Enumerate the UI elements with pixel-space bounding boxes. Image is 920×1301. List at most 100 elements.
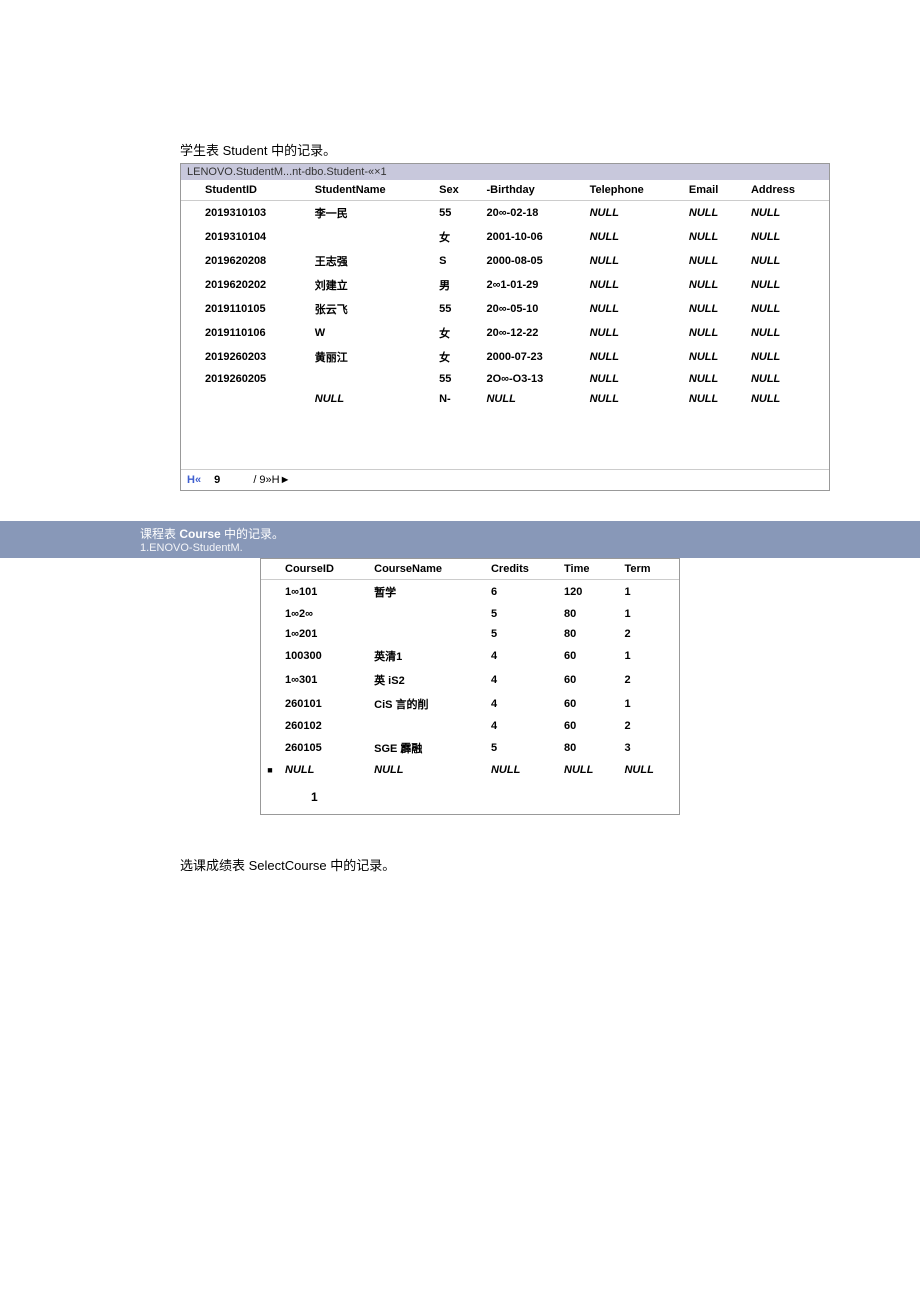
cell[interactable]: 2 [618, 668, 679, 692]
cell[interactable] [199, 389, 309, 409]
col-sex[interactable]: Sex [433, 180, 480, 201]
cell[interactable]: NULL [480, 389, 583, 409]
cell[interactable]: 1∞301 [279, 668, 368, 692]
cell[interactable]: NULL [683, 225, 745, 249]
cell[interactable]: NULL [683, 345, 745, 369]
cell[interactable]: 1 [618, 604, 679, 624]
row-selector[interactable] [181, 345, 199, 369]
row-selector[interactable] [261, 692, 279, 716]
cell[interactable]: 2019110106 [199, 321, 309, 345]
col-courseid[interactable]: CourseID [279, 559, 368, 580]
cell[interactable]: 6 [485, 580, 558, 605]
cell[interactable]: 2019310104 [199, 225, 309, 249]
cell[interactable] [368, 604, 485, 624]
cell[interactable]: NULL [584, 321, 683, 345]
cell[interactable]: 4 [485, 668, 558, 692]
cell[interactable]: 2 [618, 624, 679, 644]
cell[interactable]: NULL [584, 345, 683, 369]
row-selector[interactable] [261, 716, 279, 736]
row-selector[interactable] [181, 201, 199, 226]
cell[interactable]: 1 [618, 692, 679, 716]
cell[interactable]: 张云飞 [309, 297, 433, 321]
cell[interactable]: 1 [618, 580, 679, 605]
cell[interactable]: 女 [433, 225, 480, 249]
cell[interactable]: NULL [683, 321, 745, 345]
cell[interactable] [309, 369, 433, 389]
table-row[interactable]: NULLN-NULLNULLNULLNULL [181, 389, 829, 409]
cell[interactable]: NULL [584, 225, 683, 249]
cell[interactable]: 2O∞-O3-13 [480, 369, 583, 389]
cell[interactable]: NULL [745, 297, 829, 321]
cell[interactable]: 黄丽江 [309, 345, 433, 369]
row-selector[interactable] [261, 736, 279, 760]
cell[interactable]: 英清1 [368, 644, 485, 668]
cell[interactable]: NULL [558, 760, 618, 780]
table-row[interactable]: 2019260203黄丽江女2000-07-23NULLNULLNULL [181, 345, 829, 369]
cell[interactable]: 暂学 [368, 580, 485, 605]
cell[interactable]: SGE 霹融 [368, 736, 485, 760]
row-selector[interactable] [261, 644, 279, 668]
table-row[interactable]: 1∞101暂学61201 [261, 580, 679, 605]
cell[interactable]: 2019310103 [199, 201, 309, 226]
student-grid-tab[interactable]: LENOVO.StudentM...nt-dbo.Student-«×1 [181, 164, 829, 180]
row-selector[interactable] [181, 249, 199, 273]
row-selector[interactable] [181, 321, 199, 345]
cell[interactable]: 2∞1-01-29 [480, 273, 583, 297]
table-row[interactable]: 260102 4602 [261, 716, 679, 736]
cell[interactable]: 2 [618, 716, 679, 736]
cell[interactable]: NULL [584, 249, 683, 273]
row-selector[interactable] [261, 604, 279, 624]
cell[interactable]: CiS 言的削 [368, 692, 485, 716]
col-birthday[interactable]: -Birthday [480, 180, 583, 201]
row-selector[interactable] [261, 580, 279, 605]
cell[interactable]: 60 [558, 668, 618, 692]
cell[interactable]: NULL [745, 389, 829, 409]
table-row[interactable]: 2019310104女2001-10-06NULLNULLNULL [181, 225, 829, 249]
cell[interactable]: 2001-10-06 [480, 225, 583, 249]
cell[interactable]: NULL [745, 249, 829, 273]
cell[interactable]: 女 [433, 345, 480, 369]
row-selector[interactable] [181, 225, 199, 249]
cell[interactable]: 260102 [279, 716, 368, 736]
cell[interactable]: 2019260205 [199, 369, 309, 389]
cell[interactable]: 60 [558, 716, 618, 736]
table-row[interactable]: 100300英清14601 [261, 644, 679, 668]
cell[interactable]: 4 [485, 692, 558, 716]
table-row[interactable]: 2019110106W女20∞-12-22NULLNULLNULL [181, 321, 829, 345]
cell[interactable]: 2019260203 [199, 345, 309, 369]
table-row[interactable]: 1∞301英 iS24602 [261, 668, 679, 692]
table-row[interactable]: 1∞2∞5801 [261, 604, 679, 624]
cell[interactable]: NULL [618, 760, 679, 780]
pager-first-icon[interactable]: H« [187, 474, 201, 486]
cell[interactable]: 王志强 [309, 249, 433, 273]
cell[interactable]: 80 [558, 624, 618, 644]
cell[interactable]: NULL [485, 760, 558, 780]
table-row[interactable]: 260101CiS 言的削4601 [261, 692, 679, 716]
cell[interactable]: 4 [485, 716, 558, 736]
cell[interactable]: NULL [279, 760, 368, 780]
cell[interactable]: 120 [558, 580, 618, 605]
cell[interactable]: 1 [618, 644, 679, 668]
row-selector[interactable] [181, 297, 199, 321]
cell[interactable]: NULL [745, 345, 829, 369]
cell[interactable]: NULL [683, 369, 745, 389]
cell[interactable]: NULL [368, 760, 485, 780]
cell[interactable]: NULL [683, 273, 745, 297]
row-selector[interactable] [261, 624, 279, 644]
table-row[interactable]: 2019620202刘建立男2∞1-01-29NULLNULLNULL [181, 273, 829, 297]
table-row[interactable]: 2019620208王志强S2000-08-05NULLNULLNULL [181, 249, 829, 273]
cell[interactable]: NULL [584, 369, 683, 389]
cell[interactable]: 2019620208 [199, 249, 309, 273]
cell[interactable]: 2019620202 [199, 273, 309, 297]
cell[interactable]: NULL [745, 225, 829, 249]
col-email[interactable]: Email [683, 180, 745, 201]
table-row[interactable]: ■NULLNULLNULLNULLNULL [261, 760, 679, 780]
cell[interactable]: NULL [683, 297, 745, 321]
cell[interactable]: NULL [584, 297, 683, 321]
cell[interactable]: 260105 [279, 736, 368, 760]
row-selector[interactable] [261, 668, 279, 692]
col-studentid[interactable]: StudentID [199, 180, 309, 201]
cell[interactable]: NULL [745, 321, 829, 345]
cell[interactable]: 2019110105 [199, 297, 309, 321]
row-selector[interactable] [181, 273, 199, 297]
